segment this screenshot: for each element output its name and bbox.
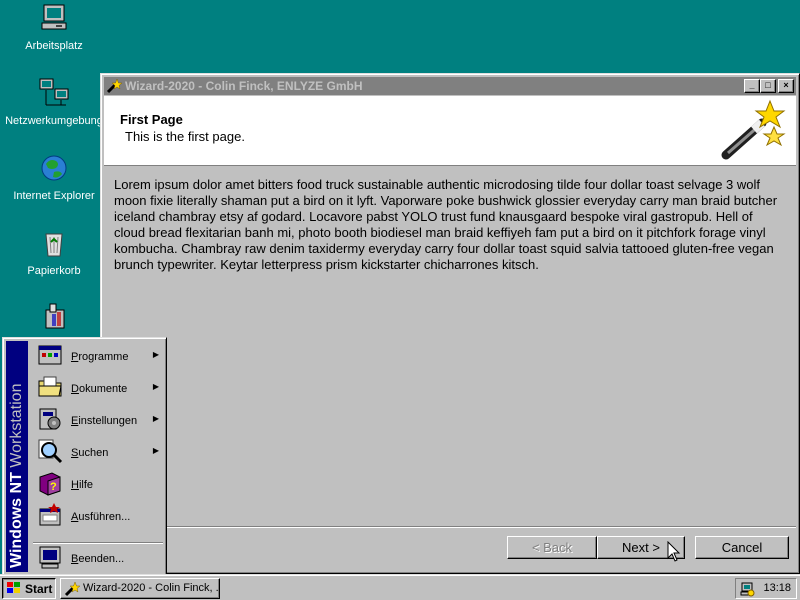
window-title: Wizard-2020 - Colin Finck, ENLYZE GmbH [125, 79, 363, 93]
desktop: Arbeitsplatz Netzwerkumgebung Internet E [0, 0, 800, 576]
taskbar-button-wizard[interactable]: Wizard-2020 - Colin Finck, ... [60, 578, 220, 599]
wizard-app-icon [106, 78, 123, 94]
documents-icon [36, 373, 64, 401]
clock[interactable]: 13:18 [763, 582, 791, 594]
desktop-icon-label: Netzwerkumgebung [5, 115, 103, 127]
minimize-button[interactable]: _ [744, 79, 760, 93]
start-menu-item-help[interactable]: ? Hilfe [31, 469, 163, 501]
menu-item-label: Beenden... [71, 553, 125, 565]
start-menu-item-documents[interactable]: Dokumente ▶ [31, 373, 163, 405]
wizard-body-text: Lorem ipsum dolor amet bitters food truc… [114, 177, 778, 272]
menu-item-label: Hilfe [71, 479, 94, 491]
windows-logo-icon [6, 581, 22, 595]
start-menu-item-shutdown[interactable]: Beenden... [31, 543, 163, 575]
run-icon [36, 501, 64, 529]
submenu-arrow-icon: ▶ [152, 382, 159, 391]
desktop-icon-network[interactable]: Netzwerkumgebung [4, 77, 104, 127]
find-icon [36, 437, 64, 465]
start-menu: Windows NT Workstation Programme ▶ Dokum… [2, 337, 167, 576]
desktop-icon-label: Arbeitsplatz [25, 40, 83, 52]
system-tray: 13:18 [735, 578, 797, 599]
start-menu-banner: Windows NT Workstation [6, 341, 28, 572]
menu-item-label: Suchen [71, 447, 109, 459]
desktop-icon-internet-explorer[interactable]: Internet Explorer [4, 152, 104, 202]
cancel-button[interactable]: Cancel [695, 536, 789, 559]
menu-item-label: Dokumente [71, 383, 128, 395]
desktop-icon-recycle-bin[interactable]: Papierkorb [4, 227, 104, 277]
submenu-arrow-icon: ▶ [152, 350, 159, 359]
desktop-icon-label: Papierkorb [27, 265, 81, 277]
settings-icon [36, 405, 64, 433]
start-button[interactable]: Start [2, 578, 56, 599]
wizard-window[interactable]: Wizard-2020 - Colin Finck, ENLYZE GmbH _… [100, 73, 800, 574]
taskbar: Start Wizard-2020 - Colin Finck, ... 13:… [0, 574, 800, 600]
submenu-arrow-icon: ▶ [152, 414, 159, 423]
network-icon [38, 77, 70, 109]
menu-item-label: Ausführen... [71, 511, 131, 523]
start-menu-item-run[interactable]: Ausführen... [31, 501, 163, 533]
window-titlebar[interactable]: Wizard-2020 - Colin Finck, ENLYZE GmbH _… [104, 77, 796, 95]
banner-bold-text: Windows NT [8, 472, 25, 568]
mouse-cursor-icon [667, 540, 681, 563]
submenu-arrow-icon: ▶ [152, 446, 159, 455]
help-icon: ? [36, 469, 64, 497]
wizard-app-icon [64, 581, 81, 597]
desktop-icon-my-computer[interactable]: Arbeitsplatz [4, 2, 104, 52]
back-button[interactable]: < Back [507, 536, 597, 559]
magic-wand-icon [718, 99, 790, 163]
tray-notification-icon[interactable] [739, 581, 755, 597]
close-button[interactable]: × [778, 79, 794, 93]
menu-item-label: Einstellungen [71, 415, 138, 427]
button-separator [104, 526, 796, 528]
start-menu-item-programs[interactable]: Programme ▶ [31, 341, 163, 373]
computer-icon [38, 2, 70, 34]
banner-thin-text: Workstation [8, 383, 25, 473]
shutdown-icon [36, 543, 64, 571]
desktop-icon-briefcase[interactable] [4, 300, 104, 338]
start-label: Start [25, 582, 53, 596]
start-menu-item-find[interactable]: Suchen ▶ [31, 437, 163, 469]
maximize-button[interactable]: □ [760, 79, 776, 93]
start-menu-item-settings[interactable]: Einstellungen ▶ [31, 405, 163, 437]
programs-icon [36, 341, 64, 369]
menu-item-label: Programme [71, 351, 129, 363]
page-subtitle: This is the first page. [125, 129, 245, 144]
taskbar-button-label: Wizard-2020 - Colin Finck, ... [83, 582, 220, 594]
wizard-header: First Page This is the first page. [104, 96, 796, 166]
svg-text:?: ? [50, 481, 57, 493]
page-title: First Page [120, 112, 183, 127]
desktop-icon-label: Internet Explorer [13, 190, 95, 202]
internet-explorer-icon [38, 152, 70, 184]
briefcase-icon [38, 300, 70, 332]
recycle-bin-icon [38, 227, 70, 259]
